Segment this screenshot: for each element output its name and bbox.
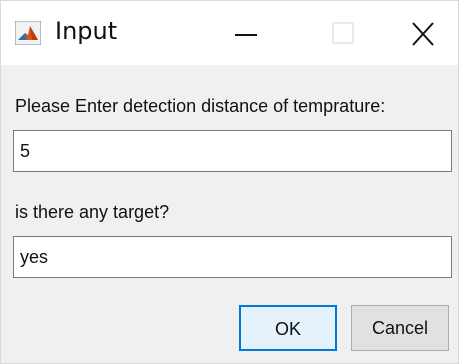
ok-button[interactable]: OK (239, 305, 337, 351)
matlab-icon (14, 20, 42, 46)
cancel-button[interactable]: Cancel (351, 305, 449, 351)
maximize-icon[interactable] (319, 9, 367, 57)
window-title: Input (55, 17, 118, 45)
distance-input[interactable] (13, 130, 452, 172)
close-icon[interactable] (399, 9, 447, 57)
target-input[interactable] (13, 236, 452, 278)
input-dialog: Input Please Enter detection distance of… (0, 0, 459, 364)
distance-prompt-label: Please Enter detection distance of tempr… (15, 96, 386, 116)
title-bar[interactable]: Input (1, 1, 458, 65)
target-prompt-label: is there any target? (15, 202, 170, 222)
minimize-icon[interactable] (223, 9, 271, 57)
